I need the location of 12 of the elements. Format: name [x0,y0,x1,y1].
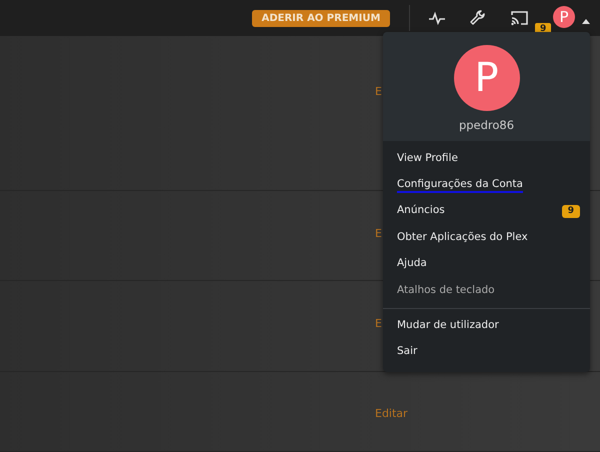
count-badge: 9 [562,205,580,218]
username: ppedro86 [458,118,514,132]
profile-avatar: P [454,45,520,111]
cast-icon[interactable] [509,8,529,28]
menu-item[interactable]: Mudar de utilizador [383,313,590,340]
menu-item[interactable]: View Profile [383,146,590,172]
menu-item[interactable]: Obter Aplicações do Plex [383,225,590,252]
menu-item[interactable]: Ajuda [383,252,590,278]
menu-item[interactable]: Sair [383,340,590,366]
menu-item[interactable]: Configurações da Conta [383,172,590,199]
caret-icon[interactable] [582,18,590,24]
menu-item[interactable]: Anúncios 9 [383,198,590,226]
